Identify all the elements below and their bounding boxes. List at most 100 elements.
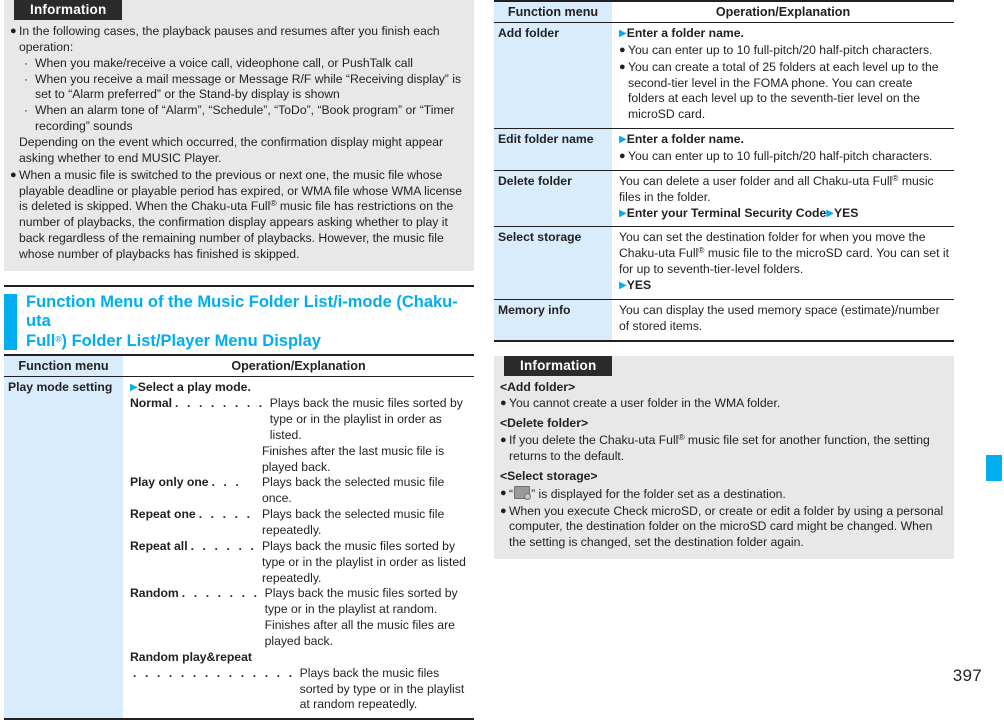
info-bullet-text: If you delete the Chaku-uta Full® music … [509,433,946,465]
bullet-icon: ● [10,168,17,181]
table-row: Add folder ▶Enter a folder name. ● You c… [494,22,954,130]
bullet-icon: ● [619,43,626,56]
bullet-icon: ● [10,25,17,37]
arrow-instruction-text-2: YES [833,205,859,220]
play-mode-description: Plays back the music files sorted by typ… [262,538,466,585]
dot-leader: . . . . . . . . [175,396,265,411]
dot-leader: . . . . . . . [181,586,260,601]
play-mode-entry: Normal . . . . . . . . Plays back the mu… [130,396,472,475]
table-header-row: Function menu Operation/Explanation [494,0,954,23]
play-arrow-icon: ▶ [619,134,627,146]
explanation-plain-text: You can set the destination folder for w… [619,230,952,278]
play-mode-description: Plays back the selected music file once. [262,475,445,506]
play-mode-entry: Random . . . . . . . Plays back the musi… [130,586,472,649]
play-arrow-icon: ▶ [130,382,138,394]
information-box-right: Information <Add folder> ● You cannot cr… [494,355,954,560]
operation-explanation-cell: You can display the used memory space (e… [612,299,954,342]
info-bullet-item: ● You cannot create a user folder in the… [500,396,946,412]
section-heading-line2-pre: Full [26,331,56,350]
arrow-instruction-line: ▶Enter a folder name. [619,26,952,42]
function-menu-cell: Select storage [494,226,612,300]
explanation-plain-text: You can display the used memory space (e… [619,302,940,333]
middot-icon: · [24,71,28,86]
play-mode-description-extra: Finishes after the last music file is pl… [262,443,445,474]
section-heading-left: Function Menu of the Music Folder List/i… [4,284,474,354]
info-text-part: ” is displayed for the folder set as a d… [531,486,786,501]
function-menu-cell: Delete folder [494,170,612,228]
dot-leader: . . . . . [198,507,253,522]
arrow-instruction-line: ▶Enter a folder name. [619,132,952,148]
play-arrow-icon: ▶ [619,280,627,292]
information-body-right: <Add folder> ● You cannot create a user … [494,378,954,552]
play-mode-description: Plays back the music files sorted by typ… [269,396,463,442]
info-bullet-item: ● When a music file is switched to the p… [10,168,466,263]
information-body-left: ● In the following cases, the playback p… [4,22,474,263]
play-mode-entry: Repeat all . . . . . . Plays back the mu… [130,539,472,587]
table-row: Delete folder You can delete a user fold… [494,170,954,228]
function-table-left: Function menu Operation/Explanation Play… [4,354,474,720]
info-text-part: If you delete the Chaku-uta Full [509,433,679,448]
quote-open: “ [509,486,514,501]
explanation-bullet: ● You can enter up to 10 full-pitch/20 h… [619,43,952,59]
table-row: Select storage You can set the destinati… [494,226,954,300]
play-mode-name: Play only one [130,475,209,490]
info-bullet-item: ● If you delete the Chaku-uta Full® musi… [500,433,946,465]
bullet-icon: ● [500,504,507,517]
dot-leader: . . . . . . . . . . . . . . [133,665,295,680]
bullet-icon: ● [619,150,626,163]
right-column: Function menu Operation/Explanation Add … [494,0,954,560]
function-menu-cell: Add folder [494,22,612,130]
section-heading-line2-post: ) Folder List/Player Menu Display [61,331,321,350]
play-arrow-icon: ▶ [619,207,627,219]
function-table-right: Function menu Operation/Explanation Add … [494,0,954,342]
column-header-operation-explanation: Operation/Explanation [123,354,474,378]
arrow-instruction-text: Select a play mode. [137,380,251,395]
arrow-instruction-text: Enter a folder name. [626,132,744,147]
play-mode-name: Normal [130,396,172,411]
manual-page: Information ● In the following cases, th… [0,0,1004,720]
play-mode-entry: Play only one . . . Plays back the selec… [130,475,472,507]
operation-explanation-cell: ▶Select a play mode. Normal . . . . . . … [123,376,474,720]
play-mode-name: Repeat all [130,538,188,553]
information-heading-left: Information [14,0,123,20]
section-accent-bar [4,293,17,351]
chapter-side-tab: Music&Video Channel/Music Playback [968,0,1004,500]
play-mode-entry: Repeat one . . . . . Plays back the sele… [130,507,472,539]
play-mode-entry: Random play&repeat . . . . . . . . . . .… [130,650,472,713]
info-bullet-item: ● “ ” is displayed for the folder set as … [500,485,946,503]
play-mode-description: Plays back the music files sorted by typ… [299,665,465,712]
information-group-title: <Select storage> [500,468,598,483]
function-menu-cell: Memory info [494,299,612,342]
section-heading-line1: Function Menu of the Music Folder List/i… [26,292,458,331]
operation-explanation-cell: You can delete a user folder and all Cha… [612,170,954,228]
info-bullet-text: In the following cases, the playback pau… [19,24,440,54]
arrow-instruction-line: ▶Enter your Terminal Security Code▶YES [619,206,952,222]
arrow-instruction-line: ▶Select a play mode. [130,380,472,396]
play-arrow-icon: ▶ [826,207,834,219]
column-header-operation-explanation: Operation/Explanation [612,0,954,23]
arrow-instruction-text: Enter your Terminal Security Code [626,205,827,220]
information-box-left: Information ● In the following cases, th… [4,0,474,271]
info-sub-item: · When an alarm tone of “Alarm”, “Schedu… [24,103,466,135]
info-sub-text: When you receive a mail message or Messa… [35,71,462,102]
play-mode-description: Plays back the music files sorted by typ… [264,586,458,649]
explanation-bullet: ● You can create a total of 25 folders a… [619,60,952,123]
info-bullet-item: ● When you execute Check microSD, or cre… [500,504,946,552]
explanation-text-part: You can delete a user folder and all Cha… [619,173,893,188]
info-sub-text: When an alarm tone of “Alarm”, “Schedule… [35,103,455,134]
bullet-icon: ● [500,486,507,499]
operation-explanation-cell: ▶Enter a folder name. ● You can enter up… [612,128,954,171]
play-arrow-icon: ▶ [619,28,627,39]
operation-explanation-cell: ▶Enter a folder name. ● You can enter up… [612,22,954,130]
play-mode-name: Repeat one [130,507,196,522]
table-row: Play mode setting ▶Select a play mode. N… [4,376,474,720]
explanation-plain-text: You can delete a user folder and all Cha… [619,174,952,206]
operation-explanation-cell: You can set the destination folder for w… [612,226,954,300]
explanation-bullet-text: You can enter up to 10 full-pitch/20 hal… [628,149,933,164]
microsd-folder-icon [514,485,532,500]
information-group-title: <Add folder> [500,379,576,394]
function-menu-cell: Play mode setting [4,376,123,720]
bullet-icon: ● [500,397,507,410]
chapter-tab-marker [986,455,1002,481]
explanation-bullet-text: You can create a total of 25 folders at … [628,59,939,122]
